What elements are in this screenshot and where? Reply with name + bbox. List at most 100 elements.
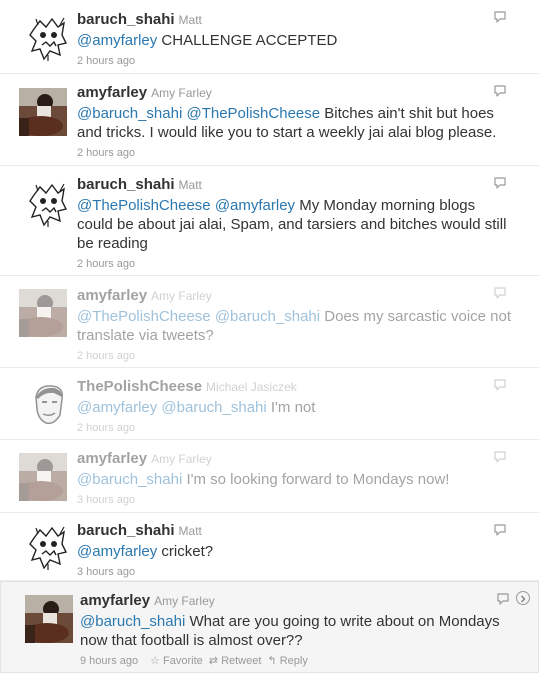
tweet-meta: 2 hours ago — [77, 348, 515, 364]
tweet-actions: ☆ Favorite ⇄ Retweet ↰ Reply — [144, 653, 308, 669]
username[interactable]: baruch_shahi — [77, 176, 175, 193]
mention-link[interactable]: @amyfarley — [77, 543, 157, 560]
tweet-meta: 3 hours ago — [77, 492, 515, 508]
tweet-meta: 2 hours ago — [77, 256, 515, 272]
tweet-header: ThePolishCheese Michael Jasiczek — [77, 377, 515, 397]
tweet-item[interactable]: amyfarley Amy Farley @baruch_shahi What ar… — [0, 581, 539, 673]
tweet-item[interactable]: baruch_shahi Matt @amyfarley CHALLENGE ACC… — [0, 0, 539, 74]
tweet-text: @baruch_shahi @ThePolishCheese Bitches a… — [77, 104, 515, 142]
tweet-text: @ThePolishCheese @baruch_shahi Does my s… — [77, 307, 515, 345]
tweet-text-segment: CHALLENGE ACCEPTED — [157, 32, 338, 49]
tweet-meta: 2 hours ago — [77, 53, 515, 69]
mention-link[interactable]: @baruch_shahi — [77, 105, 182, 122]
avatar[interactable] — [19, 289, 67, 337]
timestamp[interactable]: 3 hours ago — [77, 494, 135, 506]
avatar[interactable] — [19, 453, 67, 501]
username[interactable]: baruch_shahi — [77, 11, 175, 28]
avatar[interactable] — [24, 15, 72, 63]
timestamp[interactable]: 2 hours ago — [77, 422, 135, 434]
real-name: Michael Jasiczek — [206, 380, 297, 394]
tweet-text: @baruch_shahi I'm so looking forward to … — [77, 470, 515, 489]
tweet-header: baruch_shahi Matt — [77, 521, 515, 541]
tweet-content: baruch_shahi Matt @amyfarley CHALLENGE ACC… — [77, 10, 515, 69]
timestamp[interactable]: 9 hours ago — [80, 655, 138, 667]
username[interactable]: amyfarley — [80, 592, 150, 609]
mention-link[interactable]: @ThePolishCheese — [77, 308, 211, 325]
real-name: Amy Farley — [151, 452, 212, 466]
username[interactable]: ThePolishCheese — [77, 378, 202, 395]
reply-icon[interactable] — [493, 378, 507, 392]
tweet-text: @amyfarley @baruch_shahi I'm not — [77, 398, 515, 417]
username[interactable]: baruch_shahi — [77, 522, 175, 539]
real-name: Matt — [178, 178, 202, 192]
mention-link[interactable]: @baruch_shahi — [80, 613, 185, 630]
timestamp[interactable]: 2 hours ago — [77, 350, 135, 362]
tweet-text: @ThePolishCheese @amyfarley My Monday mo… — [77, 196, 515, 253]
tweet-meta: 2 hours ago — [77, 420, 515, 436]
retweet-button-label: Retweet — [221, 655, 262, 667]
retweet-button[interactable]: ⇄ Retweet — [209, 655, 262, 667]
mention-link[interactable]: @ThePolishCheese — [186, 105, 320, 122]
tweet-header: amyfarley Amy Farley — [80, 591, 514, 611]
tweet-text-segment: I'm so looking forward to Mondays now! — [182, 471, 450, 488]
timestamp[interactable]: 2 hours ago — [77, 55, 135, 67]
reply-icon[interactable] — [493, 450, 507, 464]
tweet-meta: 2 hours ago — [77, 145, 515, 161]
avatar[interactable] — [24, 524, 72, 572]
real-name: Amy Farley — [151, 86, 212, 100]
tweet-text-segment: I'm not — [266, 399, 316, 416]
tweet-header: baruch_shahi Matt — [77, 175, 515, 195]
tweet-text: @amyfarley CHALLENGE ACCEPTED — [77, 31, 515, 50]
real-name: Amy Farley — [154, 594, 215, 608]
tweet-text: @amyfarley cricket? — [77, 542, 515, 561]
tweet-content: baruch_shahi Matt @ThePolishCheese @amyfar… — [77, 175, 515, 272]
tweet-header: baruch_shahi Matt — [77, 10, 515, 30]
tweet-meta: 9 hours ago ☆ Favorite ⇄ Retweet ↰ Reply — [80, 653, 514, 669]
tweet-item[interactable]: ThePolishCheese Michael Jasiczek @amyfarle… — [0, 368, 539, 440]
tweet-item[interactable]: baruch_shahi Matt @ThePolishCheese @amyfar… — [0, 166, 539, 276]
reply-icon[interactable] — [493, 176, 507, 190]
avatar[interactable] — [25, 595, 73, 643]
timestamp[interactable]: 2 hours ago — [77, 258, 135, 270]
retweet-icon: ⇄ — [208, 655, 222, 667]
timestamp[interactable]: 3 hours ago — [77, 566, 135, 578]
reply-button[interactable]: ↰ Reply — [267, 655, 307, 667]
real-name: Amy Farley — [151, 289, 212, 303]
tweet-meta: 3 hours ago — [77, 564, 515, 580]
reply-icon[interactable] — [493, 10, 507, 24]
mention-link[interactable]: @amyfarley — [77, 32, 157, 49]
tweet-text-segment: cricket? — [157, 543, 214, 560]
mention-link[interactable]: @baruch_shahi — [215, 308, 320, 325]
username[interactable]: amyfarley — [77, 84, 147, 101]
reply-icon[interactable] — [496, 592, 510, 606]
real-name: Matt — [178, 524, 202, 538]
username[interactable]: amyfarley — [77, 287, 147, 304]
reply-button-label: Reply — [279, 655, 308, 667]
username[interactable]: amyfarley — [77, 450, 147, 467]
chevron-right-circle-icon[interactable] — [516, 591, 530, 605]
tweet-item[interactable]: baruch_shahi Matt @amyfarley cricket? 3 hou… — [0, 513, 539, 581]
tweet-content: amyfarley Amy Farley @baruch_shahi @ThePol… — [77, 83, 515, 161]
tweet-header: amyfarley Amy Farley — [77, 286, 515, 306]
favorite-button[interactable]: ☆ Favorite — [150, 655, 203, 667]
reply-icon[interactable] — [493, 523, 507, 537]
tweet-content: amyfarley Amy Farley @baruch_shahi I'm so … — [77, 449, 515, 508]
tweet-item[interactable]: amyfarley Amy Farley @baruch_shahi I'm so … — [0, 440, 539, 513]
mention-link[interactable]: @amyfarley — [77, 399, 157, 416]
mention-link[interactable]: @baruch_shahi — [161, 399, 266, 416]
tweet-content: amyfarley Amy Farley @baruch_shahi What ar… — [80, 591, 514, 669]
reply-icon[interactable] — [493, 84, 507, 98]
mention-link[interactable]: @amyfarley — [215, 197, 295, 214]
avatar[interactable] — [24, 381, 72, 429]
tweet-item[interactable]: amyfarley Amy Farley @ThePolishCheese @bar… — [0, 276, 539, 368]
favorite-button-label: Favorite — [163, 655, 203, 667]
timestamp[interactable]: 2 hours ago — [77, 147, 135, 159]
avatar[interactable] — [24, 181, 72, 229]
avatar[interactable] — [19, 88, 67, 136]
tweet-text: @baruch_shahi What are you going to writ… — [80, 612, 514, 650]
real-name: Matt — [178, 13, 202, 27]
tweet-item[interactable]: amyfarley Amy Farley @baruch_shahi @ThePol… — [0, 74, 539, 166]
mention-link[interactable]: @baruch_shahi — [77, 471, 182, 488]
mention-link[interactable]: @ThePolishCheese — [77, 197, 211, 214]
reply-icon[interactable] — [493, 286, 507, 300]
